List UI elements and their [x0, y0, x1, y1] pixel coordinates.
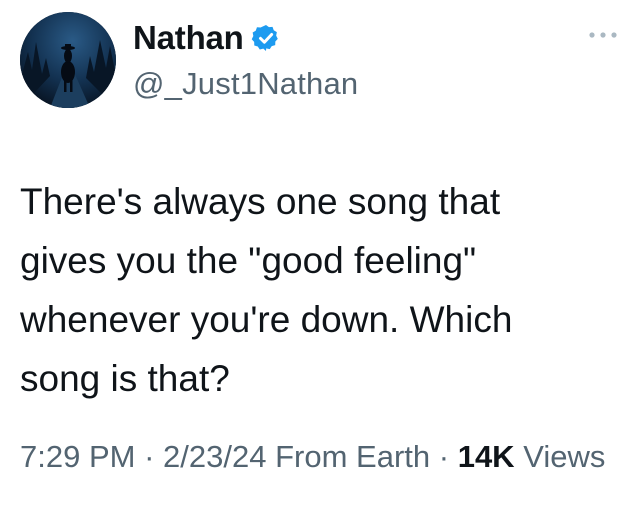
more-options-button[interactable]	[583, 22, 623, 48]
more-options-icon	[589, 32, 617, 38]
author-name-row: Nathan	[133, 18, 281, 58]
tweet-source: From Earth	[275, 439, 431, 474]
avatar[interactable]	[20, 12, 116, 108]
tweet-text: There's always one song that gives you t…	[20, 181, 513, 399]
author-display-name[interactable]: Nathan	[133, 19, 244, 57]
views-label: Views	[523, 439, 606, 474]
avatar-image	[20, 12, 116, 108]
verified-badge-icon[interactable]	[251, 23, 281, 53]
meta-separator: ·	[438, 439, 450, 474]
meta-separator: ·	[144, 439, 155, 474]
author-handle[interactable]: @_Just1Nathan	[133, 66, 358, 102]
tweet-card: Nathan @_Just1Nathan There's always one …	[0, 0, 638, 521]
tweet-time[interactable]: 7:29 PM	[20, 439, 135, 474]
tweet-date[interactable]: 2/23/24	[163, 439, 266, 474]
tweet-meta: 7:29 PM · 2/23/24 From Earth · 14K Views	[20, 432, 620, 482]
views-count[interactable]: 14K	[458, 439, 515, 474]
